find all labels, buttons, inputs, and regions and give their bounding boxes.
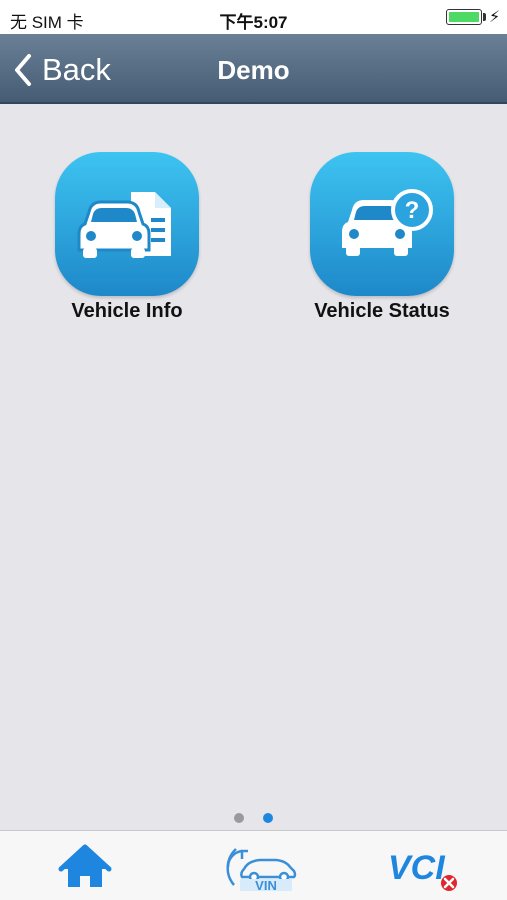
page-dot-2-active[interactable] <box>263 813 273 823</box>
charging-bolt-icon: ⚡ <box>489 9 501 26</box>
tab-vci-connection[interactable]: VCI <box>380 839 490 895</box>
tab-vin-scan[interactable]: VIN <box>198 839 308 895</box>
chevron-left-icon <box>15 54 31 86</box>
vin-text: VIN <box>255 878 277 893</box>
battery-icon <box>446 9 482 25</box>
svg-text:?: ? <box>405 197 420 224</box>
home-icon <box>58 844 112 887</box>
vehicle-info-button[interactable]: Vehicle Info <box>42 152 212 323</box>
car-question-icon: ? <box>310 152 454 296</box>
page-dot-1[interactable] <box>234 813 244 823</box>
back-button[interactable]: Back <box>12 48 111 92</box>
vehicle-info-label: Vehicle Info <box>71 300 183 322</box>
status-bar: 无 SIM 卡 下午5:07 ⚡ <box>0 0 507 34</box>
vehicle-status-button[interactable]: ? Vehicle Status <box>297 152 467 323</box>
battery-nub <box>483 13 486 21</box>
tab-home[interactable] <box>30 839 140 895</box>
vci-text: VCI <box>388 849 446 887</box>
vin-scan-icon: VIN <box>226 848 297 893</box>
navigation-bar: Back Demo <box>0 34 507 104</box>
car-document-icon <box>55 152 199 296</box>
vehicle-status-label: Vehicle Status <box>314 300 450 322</box>
vci-disconnected-icon: VCI <box>388 849 457 891</box>
page-indicator[interactable] <box>0 813 507 825</box>
status-time: 下午5:07 <box>219 13 288 32</box>
tab-bar: VIN VCI <box>0 830 507 900</box>
back-label: Back <box>42 52 111 87</box>
